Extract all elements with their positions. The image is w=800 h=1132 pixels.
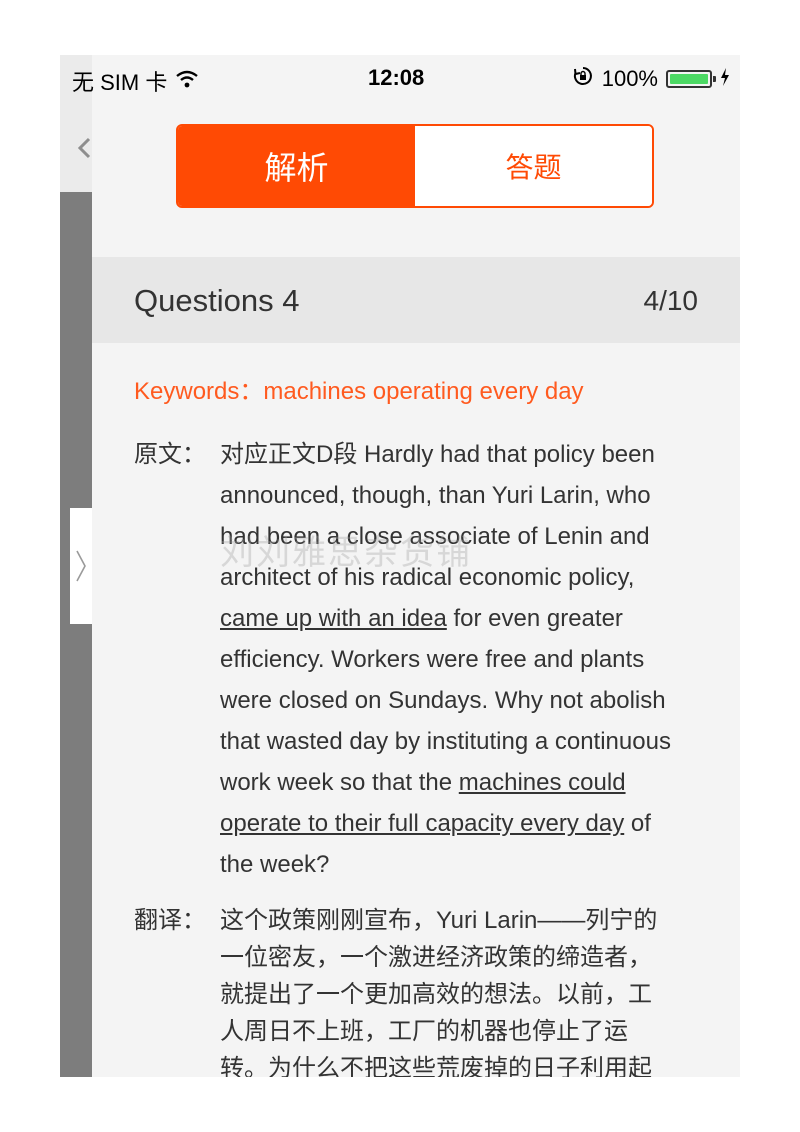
text-span: of bbox=[624, 810, 651, 837]
wifi-icon bbox=[175, 68, 199, 94]
translation-line: 人周日不上班，工厂的机器也停止了运 bbox=[220, 1018, 628, 1045]
original-label: 原文： bbox=[134, 441, 206, 468]
text-span: announced, though, than Yuri Larin, who bbox=[220, 482, 651, 509]
battery-percent: 100% bbox=[601, 66, 658, 91]
keywords-text: Keywords：machines operating every day bbox=[134, 378, 584, 405]
text-span: were closed on Sundays. Why not abolish bbox=[220, 687, 666, 714]
underlined-evidence: machines could bbox=[458, 769, 626, 796]
text-span: efficiency. Workers were free and plants bbox=[220, 646, 645, 673]
underlined-evidence: came up with an idea bbox=[220, 605, 447, 632]
underlined-evidence: operate to their full capacity every day bbox=[220, 810, 625, 837]
back-chevron-icon[interactable] bbox=[74, 137, 96, 159]
status-bar: 无 SIM 卡 12:08 100% bbox=[60, 55, 740, 101]
translation-label: 翻译： bbox=[134, 907, 206, 934]
original-line: architect of his radical economic policy… bbox=[220, 557, 700, 598]
translation-text-body: 这个政策刚刚宣布，Yuri Larin——列宁的 一位密友，一个激进经济政策的缔造… bbox=[220, 902, 700, 1077]
original-line: had been a close associate of Lenin and bbox=[220, 516, 700, 557]
drawer-handle[interactable] bbox=[70, 508, 92, 624]
original-line: operate to their full capacity every day… bbox=[220, 803, 700, 844]
charging-icon bbox=[720, 66, 730, 92]
question-header: Questions 4 4/10 bbox=[92, 257, 740, 343]
original-line: efficiency. Workers were free and plants bbox=[220, 639, 700, 680]
mode-segmented-control: 解析 答题 bbox=[176, 124, 654, 208]
question-title: Questions 4 bbox=[134, 283, 300, 318]
original-line: the week? bbox=[220, 844, 700, 885]
text-span: 对应正文D段 Hardly had that policy been bbox=[220, 441, 655, 468]
text-span: the week? bbox=[220, 851, 330, 878]
phone-screen: 无 SIM 卡 12:08 100% 解析 答题 Questions 4 4/1… bbox=[60, 55, 740, 1077]
carrier-label: 无 SIM 卡 bbox=[72, 70, 168, 95]
original-line: came up with an idea for even greater bbox=[220, 598, 700, 639]
translation-line: 转。为什么不把这些荒废掉的日子利用起 bbox=[220, 1055, 652, 1077]
status-right: 100% bbox=[572, 65, 730, 93]
text-span: for even greater bbox=[446, 605, 623, 632]
tab-analysis[interactable]: 解析 bbox=[178, 126, 415, 206]
original-line: announced, though, than Yuri Larin, who bbox=[220, 475, 700, 516]
translation-line: 就提出了一个更加高效的想法。以前，工 bbox=[220, 981, 652, 1008]
original-line: work week so that the machines could bbox=[220, 762, 700, 803]
text-span: architect of his radical economic policy… bbox=[220, 564, 635, 591]
orientation-lock-icon bbox=[572, 65, 594, 93]
battery-icon bbox=[666, 70, 716, 88]
chevron-right-icon bbox=[76, 550, 86, 582]
tab-answer[interactable]: 答题 bbox=[415, 126, 652, 206]
original-line: were closed on Sundays. Why not abolish bbox=[220, 680, 700, 721]
question-counter: 4/10 bbox=[643, 285, 699, 316]
translation-line: 这个政策刚刚宣布，Yuri Larin——列宁的 bbox=[220, 907, 658, 934]
translation-line: 一位密友，一个激进经济政策的缔造者， bbox=[220, 944, 652, 971]
clock: 12:08 bbox=[368, 65, 425, 90]
original-line: 对应正文D段 Hardly had that policy been bbox=[220, 434, 700, 475]
text-span: work week so that the bbox=[220, 769, 459, 796]
text-span: had been a close associate of Lenin and bbox=[220, 523, 650, 550]
original-line: that wasted day by instituting a continu… bbox=[220, 721, 700, 762]
text-span: that wasted day by instituting a continu… bbox=[220, 728, 671, 755]
original-text-body: 对应正文D段 Hardly had that policy been announ… bbox=[220, 434, 700, 885]
status-left: 无 SIM 卡 bbox=[72, 65, 199, 97]
